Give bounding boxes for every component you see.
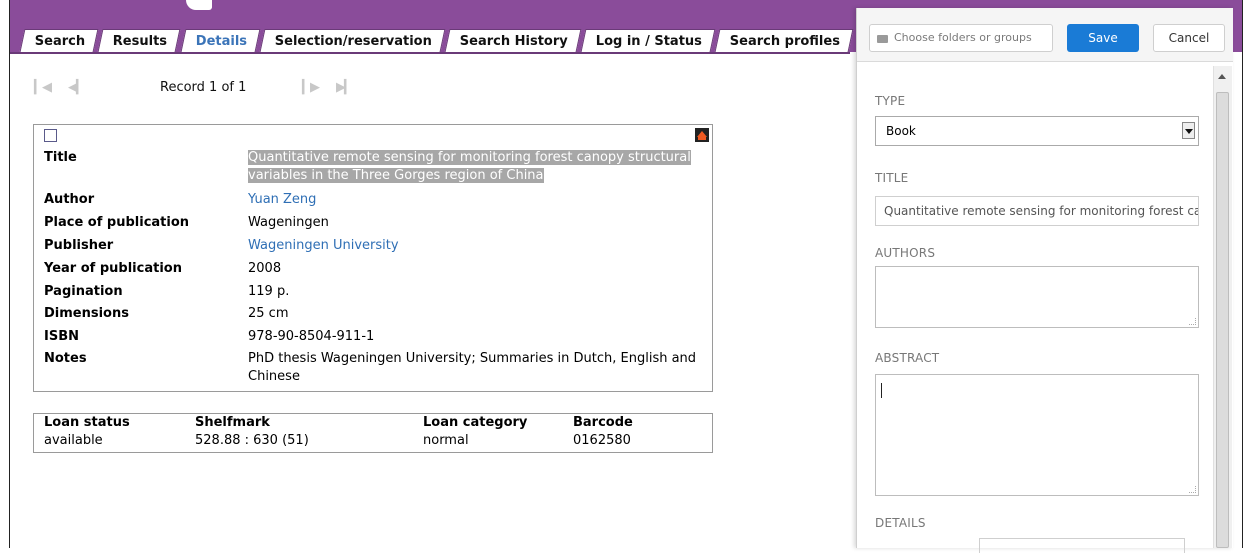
tab-search[interactable]: Search — [19, 29, 99, 52]
panel-scrollbar[interactable] — [1213, 66, 1232, 548]
shelfmark: 528.88 : 630 (51) — [195, 433, 309, 448]
save-button[interactable]: Save — [1067, 24, 1139, 52]
type-selected-value: Book — [886, 124, 916, 138]
abstract-heading: ABSTRACT — [875, 351, 940, 365]
title-heading: TITLE — [875, 171, 909, 185]
loan-header: Loan category — [423, 415, 528, 430]
tab-search-profiles[interactable]: Search profiles — [714, 29, 854, 52]
tab-label: Log in / Status — [595, 34, 702, 49]
title-field[interactable]: Quantitative remote sensing for monitori… — [875, 196, 1199, 226]
field-label: Place of publication — [44, 215, 190, 230]
loan-table: Loan status Shelfmark Loan category Barc… — [33, 413, 713, 453]
loan-category: normal — [423, 433, 469, 448]
barcode: 0162580 — [573, 433, 631, 448]
tab-label: Results — [113, 34, 168, 49]
dropdown-arrow-icon[interactable] — [1182, 122, 1195, 139]
field-value: PhD thesis Wageningen University; Summar… — [248, 351, 697, 384]
last-record-icon[interactable]: ▶▎ — [336, 80, 354, 95]
folder-icon — [877, 35, 888, 43]
tab-login-status[interactable]: Log in / Status — [580, 29, 716, 52]
record-details: Title Quantitative remote sensing for mo… — [33, 124, 713, 392]
details-heading: DETAILS — [875, 516, 926, 530]
loan-header: Shelfmark — [195, 415, 270, 430]
tab-bar: Search Results Details Selection/reserva… — [19, 29, 855, 52]
loan-status: available — [44, 433, 103, 448]
record-counter: Record 1 of 1 — [160, 80, 247, 95]
abstract-field[interactable] — [875, 374, 1199, 496]
tab-selection-reservation[interactable]: Selection/reservation — [259, 29, 446, 52]
tab-label: Search — [34, 34, 86, 49]
previous-record-icon[interactable]: ◀▎ — [68, 80, 86, 95]
next-record-icon[interactable]: ▎▶ — [302, 80, 320, 95]
folders-input[interactable]: Choose folders or groups — [869, 24, 1053, 52]
field-label: Publisher — [44, 238, 114, 253]
field-label: Author — [44, 192, 95, 207]
save-citation-panel: Choose folders or groups Save Cancel TYP… — [856, 8, 1233, 553]
tab-search-history[interactable]: Search History — [444, 29, 582, 52]
text-cursor — [881, 383, 882, 398]
folders-placeholder: Choose folders or groups — [894, 31, 1032, 44]
field-value: 119 p. — [248, 284, 290, 299]
authors-field[interactable] — [875, 266, 1199, 328]
type-heading: TYPE — [875, 94, 906, 108]
tab-label: Search History — [459, 34, 568, 49]
resize-grip-icon[interactable] — [1189, 486, 1196, 493]
field-value: Quantitative remote sensing for monitori… — [248, 149, 718, 185]
field-value: Wageningen — [248, 215, 329, 230]
authors-heading: AUTHORS — [875, 246, 936, 260]
scrollbar-thumb[interactable] — [1216, 92, 1229, 548]
field-value: 25 cm — [248, 306, 289, 321]
loan-header: Barcode — [573, 415, 633, 430]
home-icon[interactable] — [695, 128, 709, 142]
field-label: Dimensions — [44, 306, 129, 321]
cancel-button[interactable]: Cancel — [1153, 24, 1225, 52]
publisher-link[interactable]: Wageningen University — [248, 237, 718, 255]
field-label: Pagination — [44, 284, 123, 299]
tab-label: Selection/reservation — [274, 34, 432, 49]
field-value: 2008 — [248, 261, 282, 276]
tab-details[interactable]: Details — [180, 29, 261, 52]
field-label: Year of publication — [44, 261, 182, 276]
panel-toolbar: Choose folders or groups Save Cancel — [857, 8, 1233, 62]
resize-grip-icon[interactable] — [1189, 318, 1196, 325]
logo — [186, 0, 212, 10]
details-field[interactable] — [979, 538, 1185, 553]
tab-underline — [10, 52, 850, 54]
author-link[interactable]: Yuan Zeng — [248, 191, 718, 209]
field-label: Notes — [44, 351, 87, 366]
tab-label: Search profiles — [729, 34, 840, 49]
type-select[interactable]: Book — [875, 116, 1199, 146]
loan-header: Loan status — [44, 415, 130, 430]
field-label: Title — [44, 150, 77, 165]
tab-label: Details — [195, 34, 247, 49]
select-record-checkbox[interactable] — [44, 129, 57, 142]
title-value: Quantitative remote sensing for monitori… — [248, 150, 691, 183]
first-record-icon[interactable]: ▎◀ — [34, 80, 52, 95]
tab-results[interactable]: Results — [97, 29, 182, 52]
field-value: 978-90-8504-911-1 — [248, 329, 375, 344]
scroll-up-icon[interactable] — [1218, 74, 1226, 79]
field-label: ISBN — [44, 329, 79, 344]
